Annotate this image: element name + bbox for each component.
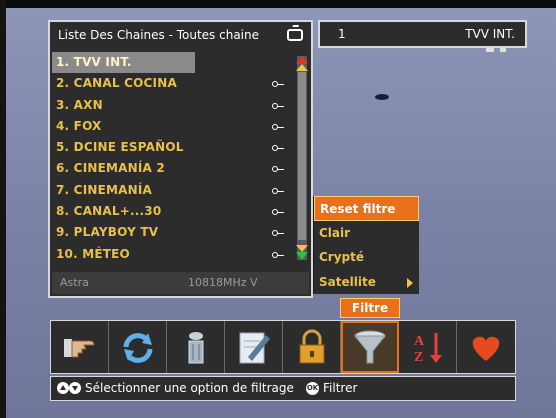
filter-submenu: Reset filtre Clair Crypté Satellite xyxy=(313,196,419,294)
status-select-hint: Sélectionner une option de filtrage xyxy=(85,381,294,395)
channel-row[interactable]: 3. AXN xyxy=(52,95,292,116)
tool-sort-button[interactable]: A Z xyxy=(399,321,457,373)
menu-item-label: Satellite xyxy=(319,274,376,289)
scroll-down-arrow-icon[interactable] xyxy=(296,252,308,260)
key-icon xyxy=(272,187,284,194)
status-ok-hint: Filtrer xyxy=(323,381,358,395)
channel-label: 4. FOX xyxy=(56,118,102,133)
key-icon xyxy=(272,166,284,173)
channel-row[interactable]: 4. FOX xyxy=(52,116,292,137)
tool-lock-button[interactable] xyxy=(283,321,341,373)
edit-pen-icon xyxy=(239,332,270,364)
tool-refresh-button[interactable] xyxy=(109,321,167,373)
menu-item-reset-filter[interactable]: Reset filtre xyxy=(314,196,419,221)
channel-label: 2. CANAL COCINA xyxy=(56,76,177,91)
key-icon xyxy=(272,145,284,152)
channel-row[interactable]: 1. TVV INT. xyxy=(52,52,195,74)
key-icon xyxy=(272,123,284,130)
key-icon xyxy=(272,251,284,258)
nav-down-icon xyxy=(69,382,81,394)
active-tool-label: Filtre xyxy=(340,298,400,318)
channel-label: 5. DCINE ESPAÑOL xyxy=(56,140,184,155)
channel-list-title-text: Liste Des Chaines - Toutes chaine xyxy=(58,28,260,42)
channel-list-panel: Liste Des Chaines - Toutes chaine 1. TVV… xyxy=(48,20,313,298)
funnel-filter-icon xyxy=(353,330,387,364)
channel-label: 6. CINEMANÍA 2 xyxy=(56,161,165,176)
submenu-arrow-icon xyxy=(407,277,413,288)
heart-icon xyxy=(472,336,500,361)
bezel-left xyxy=(0,0,6,418)
page-down-arrow-icon[interactable] xyxy=(296,245,308,252)
refresh-arrows-icon xyxy=(123,333,153,363)
channel-list-title: Liste Des Chaines - Toutes chaine xyxy=(52,24,309,46)
tool-favorite-button[interactable] xyxy=(457,321,515,373)
channel-row[interactable]: 5. DCINE ESPAÑOL xyxy=(52,137,292,158)
channel-row[interactable]: 10. MÉTEO xyxy=(52,244,292,265)
status-bar: Sélectionner une option de filtrage OK F… xyxy=(50,376,516,401)
lock-icon xyxy=(299,329,325,364)
key-icon xyxy=(272,230,284,237)
current-channel-number: 1 xyxy=(338,27,346,41)
channel-row[interactable]: 6. CINEMANÍA 2 xyxy=(52,158,292,179)
sort-az-icon: A Z xyxy=(414,333,442,365)
nav-up-icon xyxy=(57,382,69,394)
scroll-up-arrow-icon[interactable] xyxy=(296,56,308,64)
tool-edit-button[interactable] xyxy=(225,321,283,373)
frequency-readout: 10818MHz V xyxy=(188,276,258,289)
key-icon xyxy=(272,102,284,109)
channel-label: 1. TVV INT. xyxy=(56,55,132,69)
tv-screen: Liste Des Chaines - Toutes chaine 1. TVV… xyxy=(0,0,556,418)
menu-item-clear[interactable]: Clair xyxy=(314,221,419,246)
svg-text:Z: Z xyxy=(414,350,423,365)
svg-text:A: A xyxy=(414,334,425,349)
channel-list-footer: Astra 10818MHz V xyxy=(52,272,309,294)
bezel-top xyxy=(0,0,556,8)
menu-item-label: Reset filtre xyxy=(320,202,396,216)
channel-label: 10. MÉTEO xyxy=(56,246,130,261)
menu-item-satellite[interactable]: Satellite xyxy=(314,270,419,295)
menu-item-label: Clair xyxy=(319,225,351,240)
channel-label: 7. CINEMANÍA xyxy=(56,182,153,197)
trash-bin-icon xyxy=(188,332,204,364)
channel-row[interactable]: 9. PLAYBOY TV xyxy=(52,222,292,243)
hand-pointer-icon xyxy=(64,339,95,358)
toolbar: A Z xyxy=(50,320,516,374)
menu-item-encrypted[interactable]: Crypté xyxy=(314,245,419,270)
page-up-arrow-icon[interactable] xyxy=(296,64,308,71)
channel-row[interactable]: 2. CANAL COCINA xyxy=(52,73,292,94)
ok-button-icon: OK xyxy=(306,382,319,395)
tool-hand-button[interactable] xyxy=(51,321,109,373)
channel-label: 3. AXN xyxy=(56,97,103,112)
channel-label: 8. CANAL+...30 xyxy=(56,204,162,219)
satellite-name: Astra xyxy=(60,276,89,289)
tv-icon xyxy=(287,29,303,41)
scroll-thumb[interactable] xyxy=(298,72,306,240)
channel-list: 1. TVV INT. 2. CANAL COCINA 3. AXN 4. FO… xyxy=(52,52,292,265)
channel-list-scrollbar[interactable] xyxy=(296,56,308,260)
tool-delete-button[interactable] xyxy=(167,321,225,373)
key-icon xyxy=(272,209,284,216)
key-icon xyxy=(272,81,284,88)
current-channel-name: TVV INT. xyxy=(465,27,515,41)
tool-filter-button[interactable] xyxy=(341,321,399,373)
menu-item-label: Crypté xyxy=(319,250,365,264)
background-decoration xyxy=(375,94,389,100)
channel-label: 9. PLAYBOY TV xyxy=(56,225,159,240)
current-channel-info: 1 TVV INT. xyxy=(318,20,527,48)
channel-row[interactable]: 8. CANAL+...30 xyxy=(52,201,292,222)
channel-row[interactable]: 7. CINEMANÍA xyxy=(52,180,292,201)
